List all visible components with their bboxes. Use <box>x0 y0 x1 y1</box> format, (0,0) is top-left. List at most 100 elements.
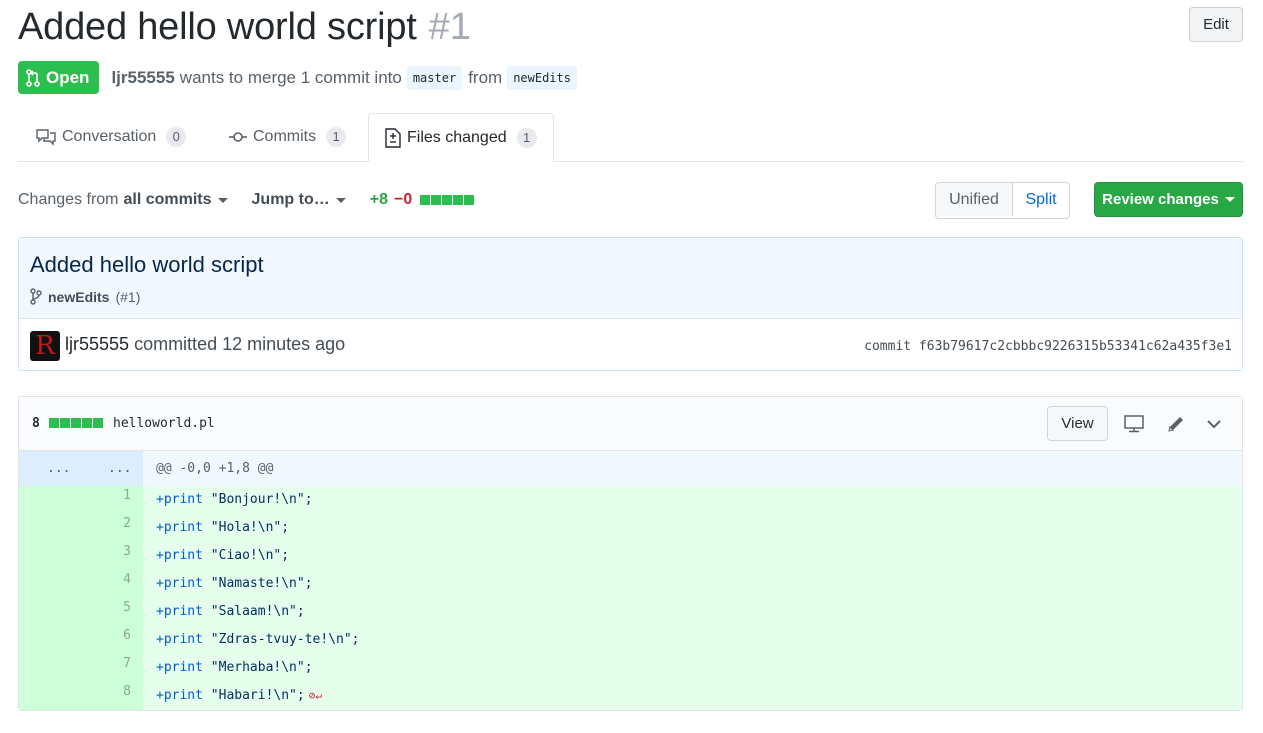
line-code: +print "Salaam!\n"; <box>156 604 305 619</box>
from-text: from <box>468 67 503 87</box>
diff-view-toggle: Unified Split <box>935 182 1070 219</box>
code-string: "Salaam!\n"; <box>202 604 305 619</box>
pr-header: Added hello world script #1 <box>18 6 471 52</box>
tab-count: 1 <box>516 127 537 148</box>
unified-button[interactable]: Unified <box>936 183 1013 216</box>
diff-summary: +8 −0 <box>370 191 476 209</box>
code-keyword: +print <box>156 548 203 563</box>
line-code: +print "Namaste!\n"; <box>156 576 313 591</box>
file-name[interactable]: helloworld.pl <box>113 416 215 431</box>
edit-button[interactable]: Edit <box>1189 7 1243 42</box>
hunk-right-ellipsis[interactable]: ... <box>108 461 131 476</box>
tab-commits[interactable]: Commits 1 <box>229 113 347 161</box>
line-number[interactable]: 7 <box>19 656 131 671</box>
tab-bar: Conversation 0 Commits 1 Files changed 1 <box>18 113 1243 162</box>
diffstat-block <box>82 418 92 428</box>
desktop-icon[interactable] <box>1123 414 1145 434</box>
avatar[interactable]: R <box>30 331 60 361</box>
tab-label: Conversation <box>62 128 157 145</box>
merge-text: wants to merge 1 commit into <box>179 67 402 87</box>
chevron-down-icon[interactable] <box>1203 414 1225 434</box>
pencil-icon[interactable] <box>1165 414 1187 434</box>
code-keyword: +print <box>156 576 203 591</box>
review-changes-label: Review changes <box>1102 191 1219 208</box>
diff-line: 5 +print "Salaam!\n"; <box>19 598 1242 626</box>
diffstat-block <box>71 418 81 428</box>
diff-line: 1 +print "Bonjour!\n"; <box>19 486 1242 514</box>
commit-branch-name[interactable]: newEdits <box>48 289 109 305</box>
base-branch[interactable]: master <box>406 65 463 90</box>
hunk-left-ellipsis[interactable]: ... <box>47 461 70 476</box>
diffstat-block <box>464 195 475 205</box>
line-number[interactable]: 2 <box>19 516 131 531</box>
line-number[interactable]: 4 <box>19 572 131 587</box>
line-code: +print "Habari!\n"; ⊘↵ <box>156 688 322 703</box>
state-badge: Open <box>18 61 100 94</box>
diffstat-block <box>442 195 453 205</box>
tab-conversation[interactable]: Conversation 0 <box>36 113 187 161</box>
git-branch-icon <box>30 288 42 305</box>
file-header: 8 helloworld.pl View <box>19 397 1242 451</box>
code-keyword: +print <box>156 492 203 507</box>
caret-down-icon <box>335 197 346 203</box>
file-diff: 8 helloworld.pl View ... ... @@ -0,0 +1,… <box>18 396 1243 711</box>
line-code: +print "Merhaba!\n"; <box>156 660 313 675</box>
tab-count: 0 <box>166 127 187 147</box>
code-string: "Habari!\n"; <box>202 688 305 703</box>
caret-down-icon <box>1224 197 1235 202</box>
diffstat-bar <box>420 195 475 205</box>
line-number[interactable]: 5 <box>19 600 131 615</box>
code-string: "Hola!\n"; <box>202 520 290 535</box>
code-keyword: +print <box>156 660 203 675</box>
code-string: "Zdras-tvuy-te!\n"; <box>202 632 360 647</box>
commit-pr-ref[interactable]: (#1) <box>115 289 140 305</box>
view-file-button[interactable]: View <box>1047 406 1108 441</box>
changes-from-dropdown[interactable]: Changes from all commits <box>18 191 228 209</box>
code-keyword: +print <box>156 688 203 703</box>
diff-line: 2 +print "Hola!\n"; <box>19 514 1242 542</box>
tab-files-changed[interactable]: Files changed 1 <box>368 113 554 162</box>
diff-line: 4 +print "Namaste!\n"; <box>19 570 1242 598</box>
commit-author-line: ljr55555 committed 12 minutes ago <box>65 334 345 355</box>
state-label: Open <box>46 67 90 87</box>
split-button[interactable]: Split <box>1013 183 1069 216</box>
diffstat-block <box>453 195 464 205</box>
tab-label: Files changed <box>407 128 507 146</box>
pr-number: #1 <box>428 6 471 48</box>
no-newline-icon: ⊘↵ <box>308 689 322 702</box>
git-pull-request-icon <box>26 68 40 87</box>
commit-title[interactable]: Added hello world script <box>30 252 264 278</box>
diff-line: 7 +print "Merhaba!\n"; <box>19 654 1242 682</box>
line-number[interactable]: 3 <box>19 544 131 559</box>
comment-discussion-icon <box>36 129 56 146</box>
code-string: "Namaste!\n"; <box>202 576 313 591</box>
jump-to-label: Jump to… <box>251 191 330 208</box>
line-number[interactable]: 8 <box>19 684 131 699</box>
head-branch[interactable]: newEdits <box>507 65 577 90</box>
diffstat-block <box>49 418 59 428</box>
code-string: "Ciao!\n"; <box>202 548 290 563</box>
code-keyword: +print <box>156 632 203 647</box>
all-commits-label: all commits <box>123 191 212 208</box>
line-code: +print "Bonjour!\n"; <box>156 492 313 507</box>
jump-to-dropdown[interactable]: Jump to… <box>252 191 346 209</box>
line-number[interactable]: 1 <box>19 488 131 503</box>
commit-meta: R ljr55555 committed 12 minutes ago comm… <box>19 318 1242 370</box>
code-keyword: +print <box>156 604 203 619</box>
commit-sha[interactable]: commit f63b79617c2cbbbc9226315b53341c62a… <box>864 339 1232 354</box>
file-change-count: 8 <box>32 416 40 431</box>
commit-action: committed 12 minutes ago <box>134 334 346 354</box>
diffstat-block <box>431 195 442 205</box>
code-string: "Merhaba!\n"; <box>202 660 313 675</box>
diff-line: 6 +print "Zdras-tvuy-te!\n"; <box>19 626 1242 654</box>
line-number[interactable]: 6 <box>19 628 131 643</box>
commit-author-link[interactable]: ljr55555 <box>65 334 129 354</box>
tab-count: 1 <box>326 127 347 147</box>
code-keyword: +print <box>156 520 203 535</box>
additions-count: +8 <box>369 191 388 208</box>
hunk-header-text: @@ -0,0 +1,8 @@ <box>156 461 274 476</box>
review-changes-button[interactable]: Review changes <box>1094 182 1243 217</box>
pr-meta: Open ljr55555 wants to merge 1 commit in… <box>18 61 583 94</box>
pr-author-link[interactable]: ljr55555 <box>111 68 174 88</box>
line-code: +print "Zdras-tvuy-te!\n"; <box>156 632 360 647</box>
